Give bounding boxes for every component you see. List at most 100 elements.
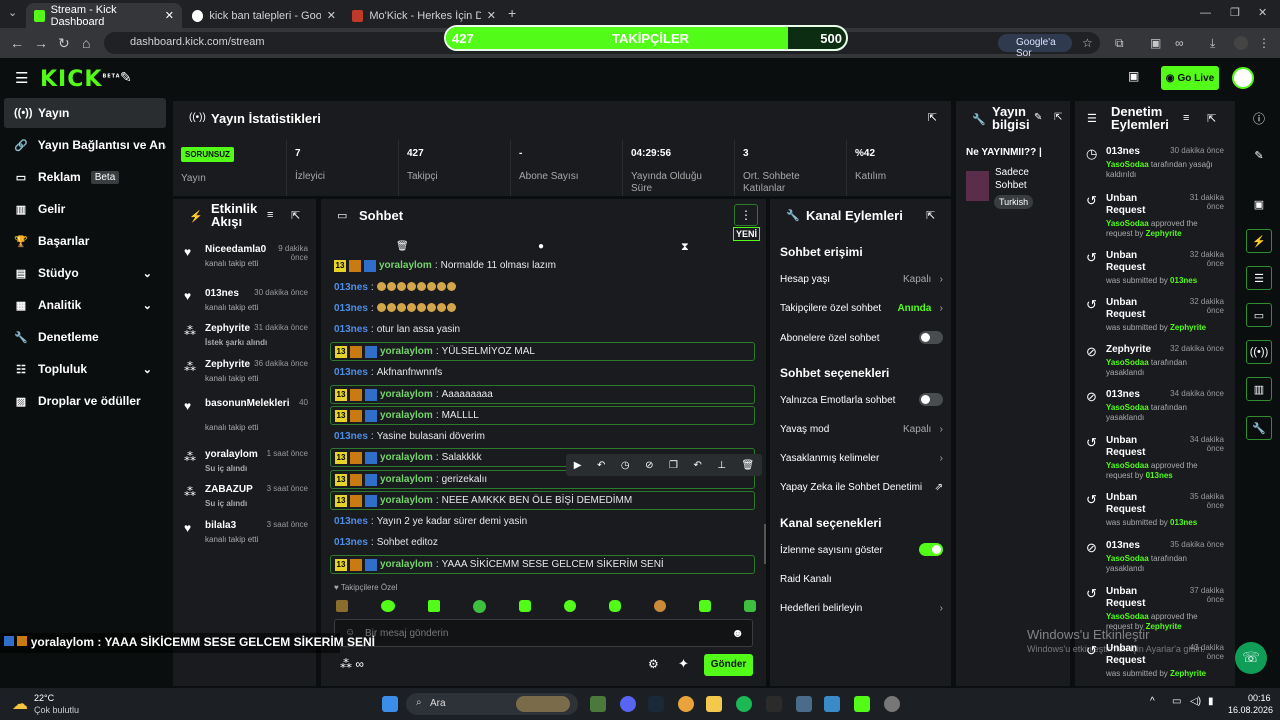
hamburger-icon[interactable]: ☰	[15, 69, 28, 87]
sidebar-item-yayin[interactable]: ((•)) Yayın	[4, 98, 166, 128]
chat-scrollbar[interactable]	[764, 524, 766, 564]
clock-time[interactable]: 00:16	[1248, 693, 1271, 703]
sidebar-item-analitik[interactable]: ▦ Analitik ⌄	[4, 290, 166, 320]
new-tab-icon[interactable]: +	[508, 5, 516, 21]
rail-chat-icon[interactable]: ▭	[1246, 303, 1272, 327]
chat-message[interactable]: 013nes: Akfnanfnwnnfs	[330, 363, 755, 382]
spotify-icon[interactable]	[736, 696, 752, 712]
chat-input[interactable]: ☺ Bir mesaj gönderin ☻	[334, 619, 753, 647]
chat-username[interactable]: yoralaylom	[380, 346, 433, 357]
rail-edit-icon[interactable]: ✎	[1246, 143, 1272, 167]
copy-icon[interactable]: ❐	[669, 460, 678, 471]
emote-icon[interactable]	[473, 599, 486, 613]
settings-gear-icon[interactable]: ⚙	[648, 657, 659, 671]
profile-avatar[interactable]	[1234, 36, 1248, 50]
chat-message[interactable]: 013nes:	[330, 278, 755, 297]
minecraft-icon[interactable]	[590, 696, 606, 712]
setting-account-age[interactable]: Hesap yaşı Kapalı ›	[780, 274, 943, 285]
clock-date[interactable]: 16.08.2026	[1228, 705, 1273, 715]
chat-message[interactable]: 13 yoralaylom: MALLLL	[330, 406, 755, 425]
home-icon[interactable]: ⌂	[82, 35, 90, 51]
weather-icon[interactable]: ☁	[12, 694, 28, 714]
trash-icon[interactable]: 🗑	[742, 460, 755, 471]
chat-username[interactable]: yoralaylom	[380, 474, 433, 485]
rail-lightning-icon[interactable]: ⚡	[1246, 229, 1272, 253]
emote-icon[interactable]	[744, 600, 756, 612]
setting-banned-words[interactable]: Yasaklanmış kelimeler ›	[780, 453, 943, 464]
kick-logo[interactable]: KICKBETA	[40, 67, 121, 92]
setting-ai-moderation[interactable]: Yapay Zeka ile Sohbet Denetimi ⇗	[780, 482, 943, 493]
chat-username[interactable]: yoralaylom	[380, 495, 433, 506]
rail-stats-icon[interactable]: ▥	[1246, 377, 1272, 401]
reload-icon[interactable]: ↻	[58, 35, 70, 51]
points-icon[interactable]: ⁂ ∞	[340, 657, 364, 671]
emote-icon[interactable]	[699, 600, 711, 612]
emote-icon[interactable]	[519, 600, 531, 612]
undo-icon[interactable]: ↶	[597, 460, 605, 471]
tools-icon[interactable]: ✎	[120, 69, 132, 86]
chat-username[interactable]: yoralaylom	[379, 260, 432, 271]
emote-only-toggle[interactable]	[919, 393, 943, 406]
chat-message[interactable]: 013nes: Yasine bulasani döverim	[330, 427, 755, 446]
chat-message[interactable]: 013nes:	[330, 299, 755, 318]
settings-icon[interactable]	[884, 696, 900, 712]
chat-message[interactable]: 13 yoralaylom: YÜLSELMİYOZ MAL	[330, 342, 755, 361]
chat-message[interactable]: 013nes: Sohbet editoz	[330, 533, 755, 552]
kick-app-icon[interactable]	[854, 696, 870, 712]
go-live-button[interactable]: ◉ Go Live	[1161, 66, 1219, 90]
sidebar-item-studyo[interactable]: ▤ Stüdyo ⌄	[4, 258, 166, 288]
windows-start-icon[interactable]	[382, 696, 398, 712]
show-viewers-toggle[interactable]	[919, 543, 943, 556]
emote-icon[interactable]: ●	[538, 241, 544, 252]
rail-list-icon[interactable]: ☰	[1246, 266, 1272, 290]
setting-show-viewers[interactable]: İzlenme sayısını göster	[780, 543, 943, 556]
rail-broadcast-icon[interactable]: ((•))	[1246, 340, 1272, 364]
rail-studio-icon[interactable]: ▣	[1246, 192, 1272, 216]
chat-username[interactable]: 013nes	[334, 516, 368, 527]
chat-message[interactable]: 13 yoralaylom: Normalde 11 olması lazım	[330, 257, 755, 274]
info-icon[interactable]: ⓘ	[1253, 110, 1265, 127]
sidebar-item-droplar[interactable]: ▨ Droplar ve ödüller	[4, 386, 166, 416]
chat-username[interactable]: 013nes	[334, 431, 368, 442]
category-name[interactable]: Sadece Sohbet	[995, 166, 1055, 192]
chat-username[interactable]: yoralaylom	[380, 389, 433, 400]
filter-icon[interactable]: ≡	[267, 209, 273, 221]
emote-icon[interactable]	[654, 600, 666, 612]
chat-username[interactable]: yoralaylom	[380, 452, 433, 463]
setting-slow-mode[interactable]: Yavaş mod Kapalı ›	[780, 424, 943, 435]
subscribers-only-toggle[interactable]	[919, 331, 943, 344]
user-avatar[interactable]	[1232, 67, 1254, 89]
chat-username[interactable]: 013nes	[334, 282, 368, 293]
tab-kick-dashboard[interactable]: Stream - Kick Dashboard ✕	[26, 3, 182, 28]
trash-icon[interactable]: 🗑	[396, 241, 409, 252]
edit-pencil-icon[interactable]: ✎	[1034, 112, 1042, 123]
close-icon[interactable]: ✕	[487, 9, 496, 22]
forward-icon[interactable]: →	[34, 35, 48, 51]
setting-goals[interactable]: Hedefleri belirleyin ›	[780, 603, 943, 614]
sidebar-item-stream-key[interactable]: 🔗 Yayın Bağlantısı ve Anahtarı	[4, 130, 166, 160]
chrome-icon[interactable]	[678, 696, 694, 712]
rail-wrench-icon[interactable]: 🔧	[1246, 416, 1272, 440]
link-icon[interactable]: ∞	[1175, 35, 1184, 51]
play-icon[interactable]: ▶	[574, 460, 582, 471]
ban-user-icon[interactable]: ⊘	[645, 460, 653, 471]
sidebar-item-denetleme[interactable]: 🔧 Denetleme	[4, 322, 166, 352]
sidebar-item-reklam[interactable]: ▭ Reklam Beta	[4, 162, 166, 192]
minimize-icon[interactable]: —	[1200, 5, 1211, 21]
hourglass-icon[interactable]: ⧗	[681, 241, 689, 254]
cast-icon[interactable]: ▣	[1150, 35, 1161, 51]
download-icon[interactable]: ⤓	[1210, 35, 1215, 51]
popout-icon[interactable]: ⇱	[291, 209, 300, 222]
setting-followers-only[interactable]: Takipçilere özel sohbet Anında ›	[780, 303, 943, 314]
emote-icon[interactable]	[564, 600, 576, 612]
emote-icon[interactable]	[381, 600, 395, 612]
app-icon[interactable]	[824, 696, 840, 712]
emoji-picker-icon[interactable]: ☻	[731, 626, 744, 640]
chat-username[interactable]: yoralaylom	[380, 559, 433, 570]
chat-message[interactable]: 13 yoralaylom: YAAA SİKİCEMM SESE GELCEM …	[330, 555, 755, 574]
chat-message[interactable]: 13 yoralaylom: Aaaaaaaaa	[330, 385, 755, 404]
chat-menu-icon[interactable]: ⋮	[734, 204, 758, 226]
maximize-icon[interactable]: ❐	[1230, 5, 1240, 21]
chat-message[interactable]: 13 yoralaylom: NEEE AMKKK BEN ÖLE BİŞİ DE…	[330, 491, 755, 510]
filter-icon[interactable]: ≡	[1183, 112, 1189, 124]
